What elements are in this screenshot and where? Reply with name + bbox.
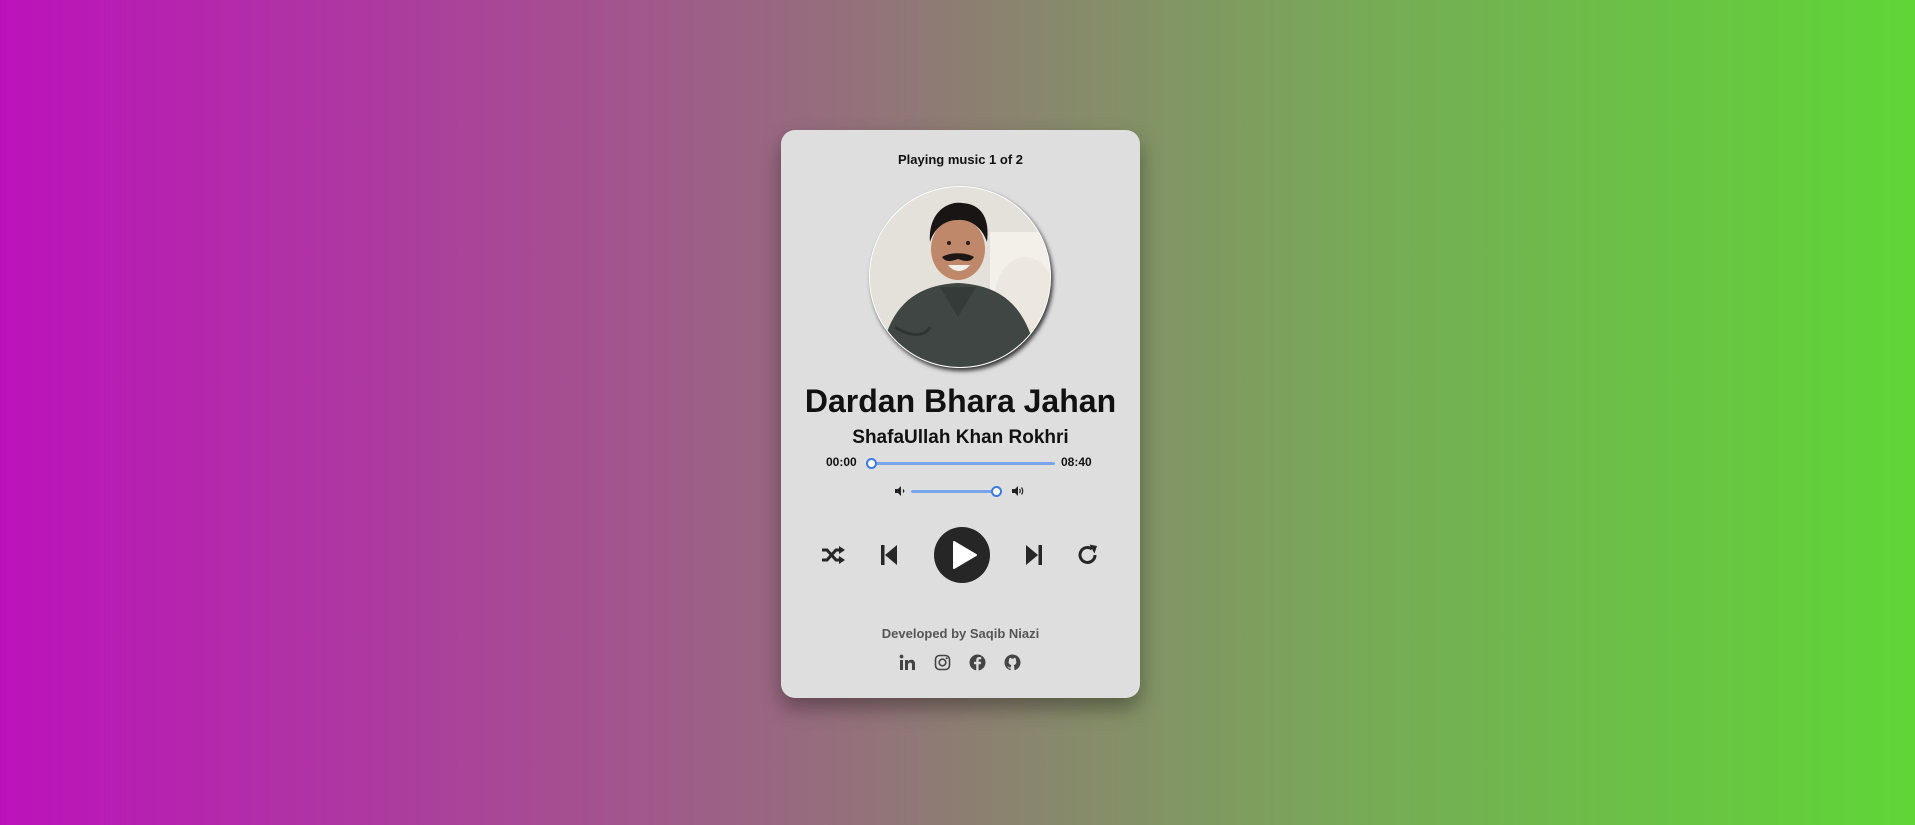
shuffle-icon: [822, 546, 845, 564]
play-button[interactable]: [934, 527, 990, 583]
album-art: [869, 186, 1051, 368]
track-duration: 08:40: [1061, 455, 1092, 469]
music-player-card: Playing music 1 of 2 Dardan Bhara Jahan …: [781, 130, 1140, 698]
artist-photo: [870, 187, 1050, 367]
volume-slider[interactable]: [911, 486, 1002, 497]
facebook-icon[interactable]: [969, 654, 986, 671]
track-counter: Playing music 1 of 2: [898, 152, 1023, 167]
current-time: 00:00: [826, 455, 857, 469]
skip-back-icon: [881, 545, 897, 565]
repeat-button[interactable]: [1076, 543, 1100, 567]
seek-slider-thumb[interactable]: [866, 458, 877, 469]
volume-high-icon: [1012, 486, 1024, 496]
seek-slider[interactable]: [866, 458, 1055, 469]
track-artist: ShafaUllah Khan Rokhri: [852, 427, 1069, 448]
volume-low-icon: [895, 486, 905, 496]
track-title: Dardan Bhara Jahan: [804, 383, 1117, 419]
github-icon[interactable]: [1004, 654, 1021, 671]
next-button[interactable]: [1025, 543, 1043, 567]
previous-button[interactable]: [880, 543, 898, 567]
linkedin-icon[interactable]: [899, 654, 916, 671]
volume-slider-thumb[interactable]: [991, 486, 1002, 497]
instagram-icon[interactable]: [934, 654, 951, 671]
skip-forward-icon: [1026, 545, 1042, 565]
repeat-icon: [1078, 544, 1097, 564]
play-icon: [952, 541, 977, 569]
developer-credit: Developed by Saqib Niazi: [881, 626, 1040, 641]
shuffle-button[interactable]: [820, 543, 846, 567]
